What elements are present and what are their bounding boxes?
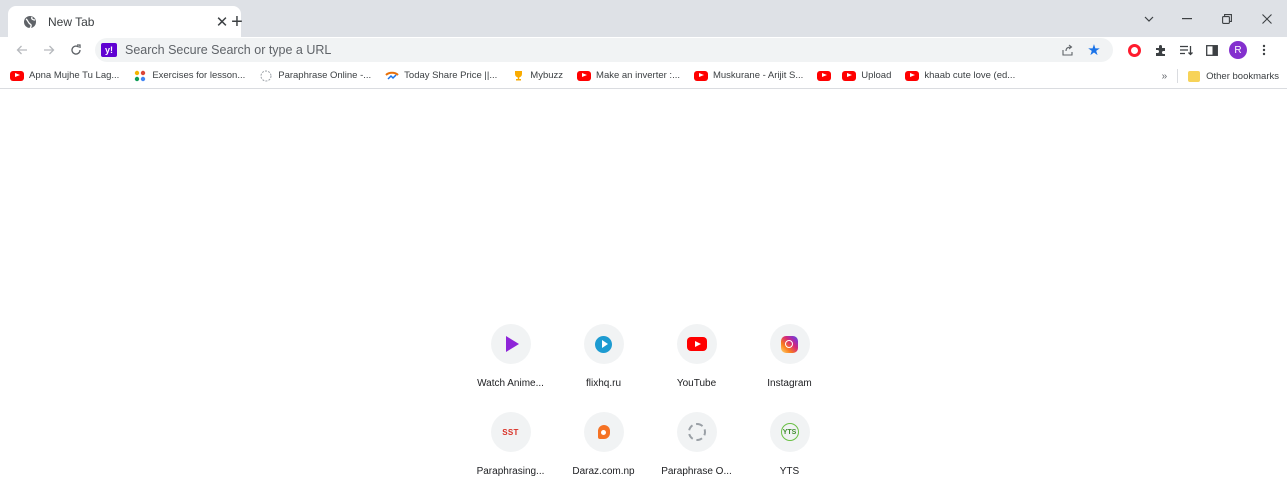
bookmark-item[interactable]: Make an inverter :...	[577, 70, 680, 81]
opera-vpn-icon[interactable]	[1121, 37, 1147, 63]
shortcut-tile[interactable]: YouTube	[650, 315, 743, 395]
tab-title: New Tab	[48, 14, 95, 29]
shortcut-label: Paraphrasing...	[476, 466, 545, 477]
bookmark-item[interactable]	[817, 70, 836, 81]
shortcut-label: Daraz.com.np	[572, 466, 635, 477]
shortcut-label: flixhq.ru	[585, 378, 621, 389]
shortcut-tile[interactable]: flixhq.ru	[557, 315, 650, 395]
flixhq-icon	[583, 324, 624, 364]
shortcut-tile[interactable]: SST Paraphrasing...	[464, 403, 557, 483]
bookmark-label: Exercises for lesson...	[152, 70, 246, 81]
close-icon[interactable]	[1247, 0, 1287, 37]
side-panel-icon[interactable]	[1199, 37, 1225, 63]
avatar: R	[1229, 41, 1247, 59]
bookmark-label: Upload	[861, 70, 892, 81]
bookmark-item[interactable]: Upload	[842, 70, 891, 81]
shortcut-label: YouTube	[676, 378, 717, 389]
bookmark-label: khaab cute love (ed...	[924, 70, 1016, 81]
more-menu-icon[interactable]	[1251, 37, 1277, 63]
forward-icon[interactable]	[37, 38, 61, 62]
bookmarks-bar: Apna Mujhe Tu Lag... Exercises for lesso…	[0, 63, 1287, 89]
address-input[interactable]	[125, 43, 1053, 57]
star-icon[interactable]: ★	[1083, 39, 1105, 61]
youtube-icon	[577, 70, 592, 81]
instagram-icon	[769, 324, 810, 364]
back-icon[interactable]	[10, 38, 34, 62]
window-controls	[1131, 0, 1287, 37]
play-icon	[490, 324, 531, 364]
youtube-icon	[817, 70, 832, 81]
shortcuts-grid: Watch Anime... flixhq.ru YouTube Instagr…	[464, 315, 836, 483]
shortcut-label: Paraphrase O...	[661, 466, 732, 477]
extensions-icon[interactable]	[1147, 37, 1173, 63]
reload-icon[interactable]	[64, 38, 88, 62]
trophy-icon	[511, 71, 525, 81]
omnibox[interactable]: y! ★	[95, 38, 1113, 62]
bookmark-item[interactable]: Muskurane - Arijit S...	[693, 70, 804, 81]
bookmark-label: Make an inverter :...	[596, 70, 680, 81]
youtube-icon	[676, 324, 717, 364]
shortcut-label: Instagram	[767, 378, 812, 389]
paraphrase-icon	[676, 412, 717, 452]
bookmark-item[interactable]: khaab cute love (ed...	[905, 70, 1015, 81]
globe-icon	[22, 14, 38, 30]
yahoo-logo-icon: y!	[101, 43, 117, 57]
bookmark-label: Apna Mujhe Tu Lag...	[29, 70, 120, 81]
bookmark-item[interactable]: Paraphrase Online -...	[259, 70, 371, 81]
new-tab-button[interactable]: +	[224, 9, 250, 35]
shortcut-tile[interactable]: Paraphrase O...	[650, 403, 743, 483]
paraphrase-icon	[259, 70, 273, 81]
divider	[1177, 69, 1179, 83]
reading-list-icon[interactable]	[1173, 37, 1199, 63]
restore-icon[interactable]	[1207, 0, 1247, 37]
youtube-icon	[10, 70, 24, 81]
chevron-down-icon[interactable]	[1131, 0, 1167, 37]
bookmark-label: Today Share Price ||...	[404, 70, 498, 81]
youtube-icon	[842, 70, 857, 81]
bookmark-item[interactable]: Mybuzz	[511, 70, 563, 81]
tab-strip: New Tab ✕ +	[0, 0, 1287, 37]
profile-avatar[interactable]: R	[1225, 37, 1251, 63]
pinwheel-icon	[133, 70, 147, 81]
minimize-icon[interactable]	[1167, 0, 1207, 37]
youtube-icon	[905, 70, 920, 81]
other-bookmarks-button[interactable]: Other bookmarks	[1188, 70, 1279, 82]
tab-new-tab[interactable]: New Tab ✕	[8, 6, 241, 37]
shortcut-label: YTS	[779, 466, 800, 477]
bookmark-label: Mybuzz	[530, 70, 564, 81]
shortcut-tile[interactable]: Daraz.com.np	[557, 403, 650, 483]
bookmark-label: Paraphrase Online -...	[278, 70, 372, 81]
bookmark-label: Muskurane - Arijit S...	[712, 70, 804, 81]
bookmark-item[interactable]: Apna Mujhe Tu Lag...	[10, 70, 119, 81]
bookmarks-right: » Other bookmarks	[1162, 63, 1279, 89]
youtube-icon	[693, 70, 708, 81]
shortcut-label: Watch Anime...	[477, 378, 544, 389]
sst-icon: SST	[490, 412, 531, 452]
bookmark-item[interactable]: Today Share Price ||...	[385, 70, 497, 81]
bookmark-item[interactable]: Exercises for lesson...	[133, 70, 245, 81]
toolbar-actions: R	[1121, 37, 1277, 63]
shortcut-tile[interactable]: YTS YTS	[743, 403, 836, 483]
yts-icon: YTS	[769, 412, 810, 452]
shortcut-tile[interactable]: Watch Anime...	[464, 315, 557, 395]
share-icon[interactable]	[1057, 39, 1079, 61]
other-bookmarks-label: Other bookmarks	[1206, 70, 1279, 82]
daraz-icon	[583, 412, 624, 452]
shortcut-tile[interactable]: Instagram	[743, 315, 836, 395]
bookmarks-overflow-button[interactable]: »	[1162, 71, 1168, 82]
share-price-icon	[385, 71, 399, 81]
toolbar: y! ★ R	[0, 37, 1287, 63]
folder-icon	[1188, 70, 1201, 82]
